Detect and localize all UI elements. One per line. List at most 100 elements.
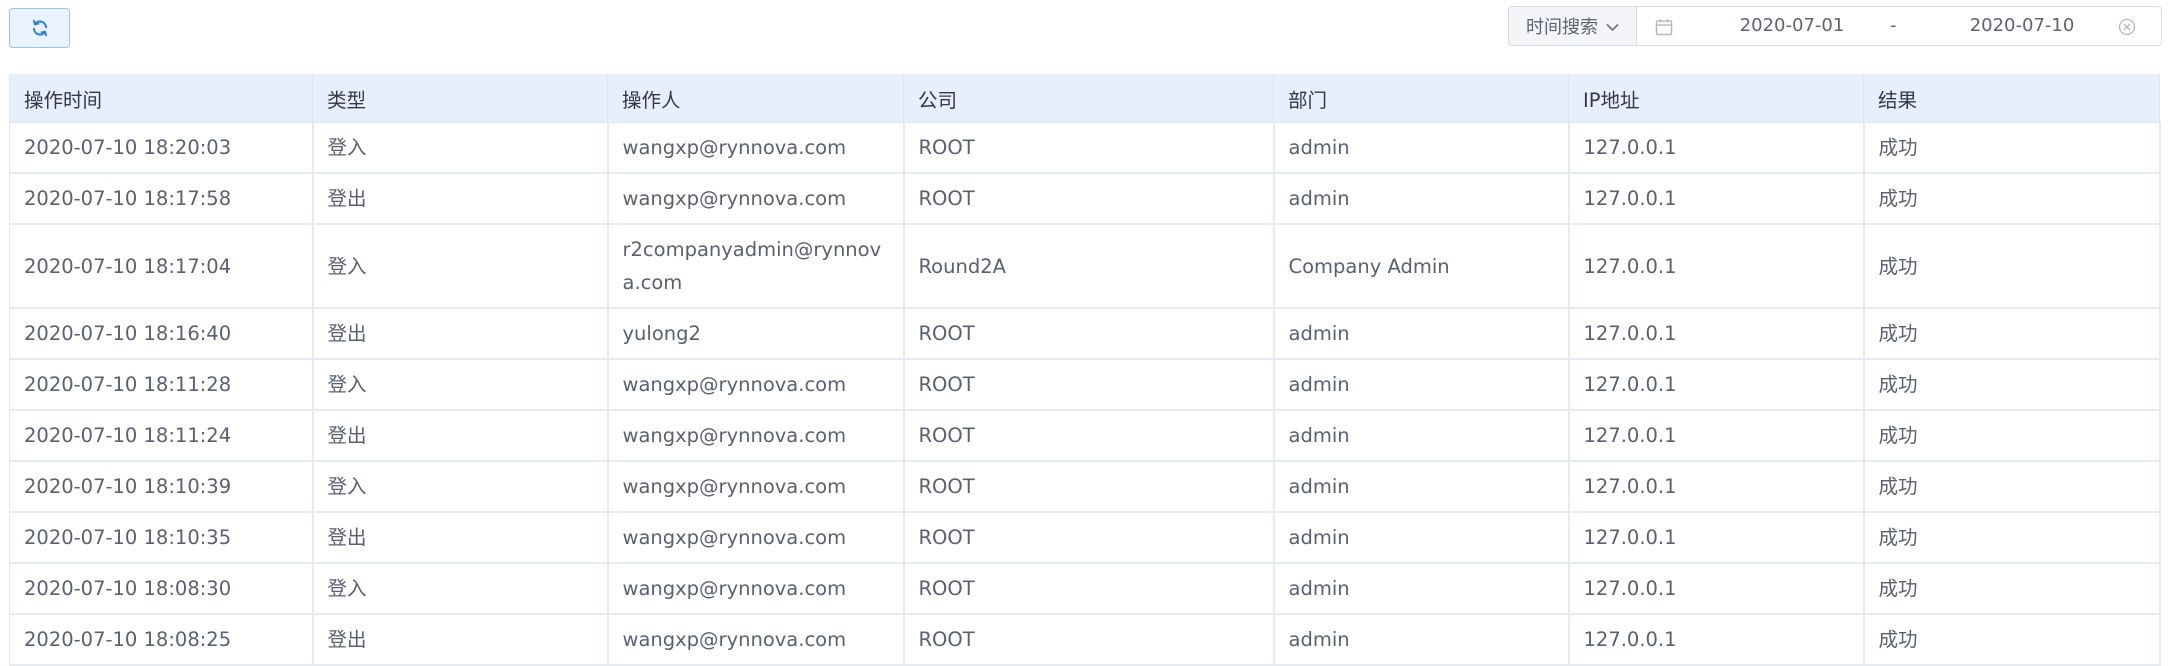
refresh-button[interactable] (9, 8, 70, 48)
cell-ip: 127.0.0.1 (1568, 224, 1865, 309)
cell-operator: r2companyadmin@rynnova.com (607, 224, 905, 309)
cell-type: 登出 (312, 512, 609, 564)
cell-ip: 127.0.0.1 (1568, 512, 1865, 564)
column-header-company[interactable]: 公司 (903, 74, 1274, 123)
cell-ip: 127.0.0.1 (1568, 461, 1865, 513)
search-type-label: 时间搜索 (1526, 17, 1598, 38)
table-row[interactable]: 2020-07-10 18:20:03 登入 wangxp@rynnova.co… (9, 122, 2161, 174)
table-header-row: 操作时间 类型 操作人 公司 部门 IP地址 结果 (9, 74, 2160, 123)
cell-result: 成功 (1863, 224, 2161, 309)
cell-time: 2020-07-10 18:16:40 (9, 308, 314, 360)
cell-time: 2020-07-10 18:17:58 (9, 173, 314, 225)
column-header-type[interactable]: 类型 (312, 74, 608, 123)
chevron-down-icon (1606, 16, 1619, 37)
cell-type: 登出 (312, 614, 609, 666)
cell-company: ROOT (903, 512, 1275, 564)
cell-type: 登出 (312, 410, 609, 462)
cell-time: 2020-07-10 18:08:30 (9, 563, 314, 615)
cell-department: admin (1273, 461, 1570, 513)
cell-ip: 127.0.0.1 (1568, 359, 1865, 411)
cell-department: admin (1273, 359, 1570, 411)
cell-company: ROOT (903, 461, 1275, 513)
date-range-picker[interactable]: 2020-07-01 - 2020-07-10 (1636, 6, 2162, 46)
cell-result: 成功 (1863, 563, 2161, 615)
cell-type: 登入 (312, 461, 609, 513)
cell-company: ROOT (903, 173, 1275, 225)
table-row[interactable]: 2020-07-10 18:08:25 登出 wangxp@rynnova.co… (9, 614, 2161, 666)
cell-ip: 127.0.0.1 (1568, 173, 1865, 225)
time-search-bar: 时间搜索 2020-07-01 - 2020-07-10 (1508, 6, 2162, 46)
cell-time: 2020-07-10 18:08:25 (9, 614, 314, 666)
calendar-icon (1655, 18, 1673, 41)
cell-time: 2020-07-10 18:11:24 (9, 410, 314, 462)
cell-type: 登入 (312, 122, 609, 174)
cell-company: ROOT (903, 563, 1275, 615)
table-row[interactable]: 2020-07-10 18:16:40 登出 yulong2 ROOT admi… (9, 308, 2161, 360)
cell-ip: 127.0.0.1 (1568, 563, 1865, 615)
column-header-time[interactable]: 操作时间 (9, 74, 313, 123)
cell-operator: wangxp@rynnova.com (607, 614, 905, 666)
cell-result: 成功 (1863, 173, 2161, 225)
cell-time: 2020-07-10 18:11:28 (9, 359, 314, 411)
table-row[interactable]: 2020-07-10 18:10:39 登入 wangxp@rynnova.co… (9, 461, 2161, 513)
column-header-ip[interactable]: IP地址 (1568, 74, 1864, 123)
column-header-result[interactable]: 结果 (1863, 74, 2160, 123)
table-row[interactable]: 2020-07-10 18:17:04 登入 r2companyadmin@ry… (9, 224, 2161, 309)
cell-department: admin (1273, 308, 1570, 360)
date-end-input[interactable]: 2020-07-10 (1937, 7, 2107, 45)
cell-type: 登出 (312, 308, 609, 360)
cell-type: 登入 (312, 563, 609, 615)
search-type-select[interactable]: 时间搜索 (1508, 6, 1636, 46)
cell-operator: wangxp@rynnova.com (607, 461, 905, 513)
column-header-department[interactable]: 部门 (1273, 74, 1569, 123)
cell-department: admin (1273, 410, 1570, 462)
cell-time: 2020-07-10 18:17:04 (9, 224, 314, 309)
cell-ip: 127.0.0.1 (1568, 308, 1865, 360)
table-row[interactable]: 2020-07-10 18:10:35 登出 wangxp@rynnova.co… (9, 512, 2161, 564)
cell-company: ROOT (903, 410, 1275, 462)
cell-operator: wangxp@rynnova.com (607, 410, 905, 462)
cell-operator: yulong2 (607, 308, 905, 360)
table-row[interactable]: 2020-07-10 18:11:24 登出 wangxp@rynnova.co… (9, 410, 2161, 462)
cell-type: 登入 (312, 224, 609, 309)
cell-ip: 127.0.0.1 (1568, 122, 1865, 174)
circle-close-icon[interactable] (2118, 18, 2136, 41)
cell-operator: wangxp@rynnova.com (607, 359, 905, 411)
cell-department: admin (1273, 173, 1570, 225)
cell-result: 成功 (1863, 461, 2161, 513)
cell-operator: wangxp@rynnova.com (607, 512, 905, 564)
cell-company: ROOT (903, 308, 1275, 360)
cell-operator: wangxp@rynnova.com (607, 122, 905, 174)
cell-department: admin (1273, 563, 1570, 615)
operation-log-table: 操作时间 类型 操作人 公司 部门 IP地址 结果 2020-07-10 18:… (9, 74, 2161, 666)
cell-type: 登入 (312, 359, 609, 411)
column-header-operator[interactable]: 操作人 (607, 74, 904, 123)
table-row[interactable]: 2020-07-10 18:08:30 登入 wangxp@rynnova.co… (9, 563, 2161, 615)
cell-company: ROOT (903, 359, 1275, 411)
refresh-icon (31, 19, 49, 37)
cell-time: 2020-07-10 18:10:39 (9, 461, 314, 513)
cell-ip: 127.0.0.1 (1568, 410, 1865, 462)
cell-result: 成功 (1863, 410, 2161, 462)
cell-department: admin (1273, 512, 1570, 564)
cell-time: 2020-07-10 18:10:35 (9, 512, 314, 564)
cell-company: Round2A (903, 224, 1275, 309)
cell-result: 成功 (1863, 122, 2161, 174)
cell-company: ROOT (903, 122, 1275, 174)
cell-department: Company Admin (1273, 224, 1570, 309)
date-start-input[interactable]: 2020-07-01 (1707, 7, 1877, 45)
table-row[interactable]: 2020-07-10 18:17:58 登出 wangxp@rynnova.co… (9, 173, 2161, 225)
cell-result: 成功 (1863, 512, 2161, 564)
cell-company: ROOT (903, 614, 1275, 666)
cell-ip: 127.0.0.1 (1568, 614, 1865, 666)
cell-department: admin (1273, 614, 1570, 666)
cell-operator: wangxp@rynnova.com (607, 563, 905, 615)
cell-operator: wangxp@rynnova.com (607, 173, 905, 225)
cell-time: 2020-07-10 18:20:03 (9, 122, 314, 174)
cell-result: 成功 (1863, 308, 2161, 360)
cell-result: 成功 (1863, 359, 2161, 411)
table-row[interactable]: 2020-07-10 18:11:28 登入 wangxp@rynnova.co… (9, 359, 2161, 411)
date-range-separator: - (1890, 15, 1897, 36)
cell-type: 登出 (312, 173, 609, 225)
cell-result: 成功 (1863, 614, 2161, 666)
